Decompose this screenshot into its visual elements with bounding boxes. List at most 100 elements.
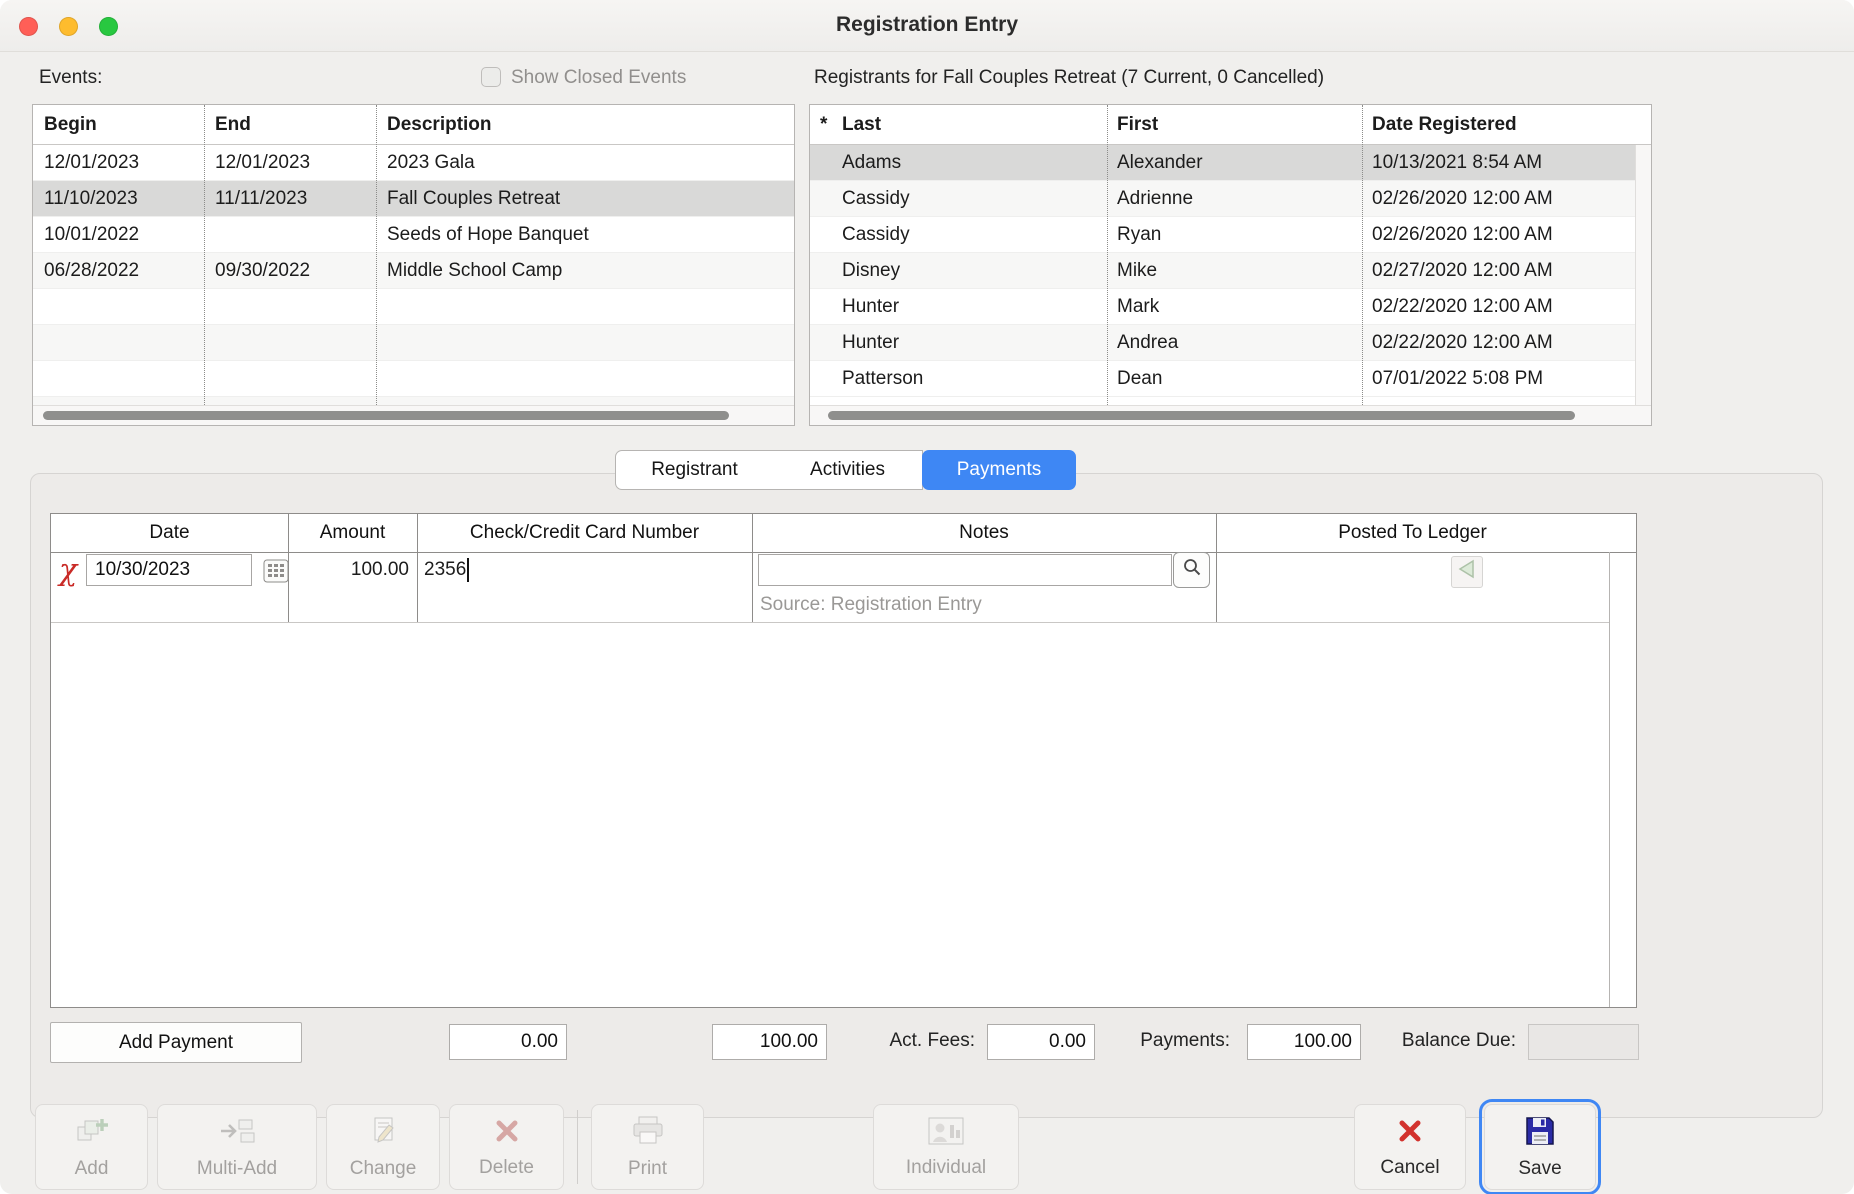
cancel-button[interactable]: Cancel	[1354, 1104, 1466, 1190]
cell-end: 09/30/2022	[204, 260, 376, 282]
events-horizontal-scrollbar[interactable]	[33, 405, 794, 425]
registrant-row-cassidy-ryan[interactable]: Cassidy Ryan 02/26/2020 12:00 AM	[810, 217, 1651, 253]
search-icon	[1182, 557, 1202, 583]
individual-icon	[927, 1116, 965, 1152]
registrant-row-adams[interactable]: Adams Alexander 10/13/2021 8:54 AM	[810, 145, 1651, 181]
registrants-title: Registrants for Fall Couples Retreat (7 …	[814, 67, 1324, 89]
column-header-star: *	[810, 114, 832, 136]
add-button[interactable]: Add	[35, 1104, 148, 1190]
payment-check-number[interactable]: 2356	[424, 554, 469, 586]
multi-add-label: Multi-Add	[197, 1158, 277, 1180]
notes-source-text: Source: Registration Entry	[760, 594, 982, 616]
cell-last: Disney	[832, 260, 1107, 282]
registrants-vertical-scrollbar[interactable]	[1635, 145, 1651, 405]
cell-first: Andrea	[1107, 332, 1362, 354]
column-header-amount: Amount	[288, 514, 417, 552]
date-picker-icon[interactable]	[263, 559, 289, 589]
registrants-horizontal-scrollbar[interactable]	[810, 405, 1651, 425]
save-icon	[1524, 1115, 1556, 1153]
column-header-last: Last	[832, 114, 1107, 136]
registrant-row-patterson-dean[interactable]: Patterson Dean 07/01/2022 5:08 PM	[810, 361, 1651, 397]
toolbar-divider	[577, 1110, 578, 1184]
events-table-body: 12/01/2023 12/01/2023 2023 Gala 11/10/20…	[33, 145, 794, 407]
registrant-row-hunter-andrea[interactable]: Hunter Andrea 02/22/2020 12:00 AM	[810, 325, 1651, 361]
payment-date-input[interactable]	[86, 554, 252, 586]
cell-begin: 06/28/2022	[33, 260, 204, 282]
show-closed-checkbox[interactable]	[481, 67, 501, 87]
add-payment-label: Add Payment	[119, 1032, 233, 1054]
column-header-begin: Begin	[33, 114, 204, 136]
cell-first: Ryan	[1107, 224, 1362, 246]
save-label: Save	[1518, 1158, 1561, 1180]
cell-date: 07/01/2022 5:08 PM	[1362, 368, 1637, 390]
tab-activities[interactable]: Activities	[773, 450, 923, 490]
cell-date: 02/22/2020 12:00 AM	[1362, 296, 1637, 318]
tab-activities-label: Activities	[810, 459, 885, 481]
column-header-first: First	[1107, 114, 1362, 136]
act-fees-field: 0.00	[987, 1024, 1095, 1060]
add-icon	[74, 1115, 110, 1153]
cell-first: Dean	[1107, 368, 1362, 390]
change-icon	[367, 1115, 399, 1153]
cell-first: Adrienne	[1107, 188, 1362, 210]
delete-button[interactable]: Delete	[449, 1104, 564, 1190]
scrollbar-thumb[interactable]	[43, 411, 729, 420]
column-header-end: End	[204, 114, 376, 136]
column-divider	[1216, 514, 1217, 622]
add-label: Add	[75, 1158, 109, 1180]
delete-row-icon[interactable]: χ	[59, 556, 77, 586]
column-header-date-registered: Date Registered	[1362, 114, 1637, 136]
payment-amount[interactable]: 100.00	[288, 554, 409, 586]
cell-first: Alexander	[1107, 152, 1362, 174]
payments-vertical-scrollbar[interactable]	[1609, 552, 1610, 1007]
registrant-row-cassidy-adrienne[interactable]: Cassidy Adrienne 02/26/2020 12:00 AM	[810, 181, 1651, 217]
delete-icon	[492, 1116, 522, 1152]
empty-row	[33, 325, 794, 361]
event-row-2023-gala[interactable]: 12/01/2023 12/01/2023 2023 Gala	[33, 145, 794, 181]
print-label: Print	[628, 1158, 667, 1180]
tab-registrant[interactable]: Registrant	[615, 450, 774, 490]
registrants-table-body: Adams Alexander 10/13/2021 8:54 AM Cassi…	[810, 145, 1651, 407]
post-to-ledger-button[interactable]	[1451, 556, 1483, 588]
events-label: Events:	[39, 67, 102, 89]
print-icon	[630, 1115, 666, 1153]
change-button[interactable]: Change	[326, 1104, 440, 1190]
cell-description: Seeds of Hope Banquet	[376, 224, 794, 246]
print-button[interactable]: Print	[591, 1104, 704, 1190]
payments-table: Date Amount Check/Credit Card Number Not…	[50, 513, 1637, 1008]
cell-last: Cassidy	[832, 188, 1107, 210]
scrollbar-thumb[interactable]	[828, 411, 1575, 420]
cell-last: Adams	[832, 152, 1107, 174]
cell-first: Mark	[1107, 296, 1362, 318]
event-row-fall-couples-retreat[interactable]: 11/10/2023 11/11/2023 Fall Couples Retre…	[33, 181, 794, 217]
window-title: Registration Entry	[0, 13, 1854, 37]
notes-lookup-button[interactable]	[1173, 552, 1210, 588]
payment-notes-input[interactable]	[758, 554, 1172, 586]
events-table-header: Begin End Description	[33, 105, 794, 145]
add-payment-button[interactable]: Add Payment	[50, 1022, 302, 1063]
cell-description: 2023 Gala	[376, 152, 794, 174]
show-closed-label: Show Closed Events	[511, 67, 686, 89]
tab-payments[interactable]: Payments	[922, 450, 1076, 490]
save-button[interactable]: Save	[1484, 1104, 1596, 1190]
cell-begin: 12/01/2023	[33, 152, 204, 174]
cell-date: 02/26/2020 12:00 AM	[1362, 224, 1637, 246]
cell-end: 12/01/2023	[204, 152, 376, 174]
cell-last: Cassidy	[832, 224, 1107, 246]
individual-button[interactable]: Individual	[873, 1104, 1019, 1190]
column-header-description: Description	[376, 114, 795, 136]
multi-add-button[interactable]: Multi-Add	[157, 1104, 317, 1190]
cell-date: 10/13/2021 8:54 AM	[1362, 152, 1637, 174]
registration-entry-window: Registration Entry Events: Show Closed E…	[0, 0, 1854, 1194]
event-row-seeds-of-hope[interactable]: 10/01/2022 Seeds of Hope Banquet	[33, 217, 794, 253]
cell-description: Middle School Camp	[376, 260, 794, 282]
title-bar: Registration Entry	[0, 0, 1854, 52]
act-fees-label: Act. Fees:	[840, 1030, 975, 1052]
cell-begin: 10/01/2022	[33, 224, 204, 246]
delete-label: Delete	[479, 1157, 534, 1179]
cell-first: Mike	[1107, 260, 1362, 282]
registrant-row-hunter-mark[interactable]: Hunter Mark 02/22/2020 12:00 AM	[810, 289, 1651, 325]
payment-check-number-text: 2356	[424, 559, 466, 580]
event-row-middle-school-camp[interactable]: 06/28/2022 09/30/2022 Middle School Camp	[33, 253, 794, 289]
registrant-row-disney-mike[interactable]: Disney Mike 02/27/2020 12:00 AM	[810, 253, 1651, 289]
